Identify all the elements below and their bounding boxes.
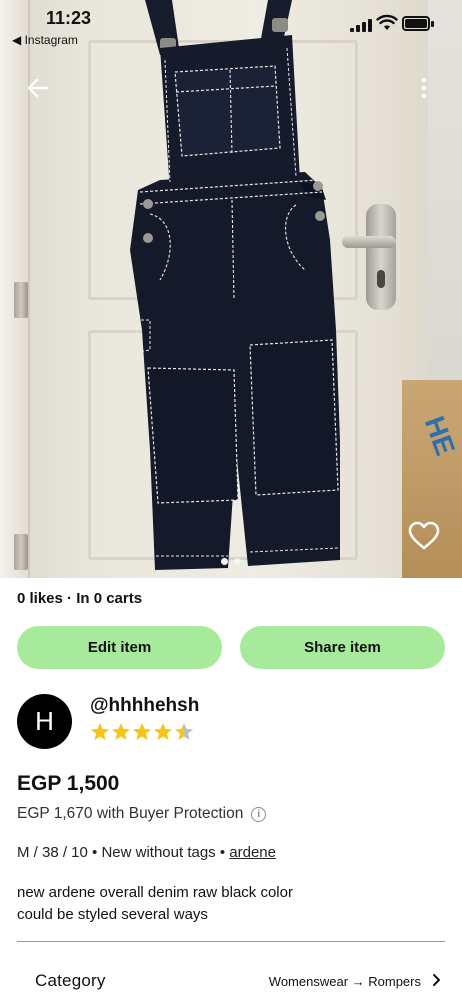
arrow-left-icon: [27, 78, 49, 98]
divider: [17, 941, 445, 942]
more-options-button[interactable]: [402, 66, 446, 110]
item-details: M / 38 / 10 • New without tags • ardene: [17, 844, 276, 861]
category-row[interactable]: Category Womenswear → Rompers: [17, 962, 445, 994]
item-price: EGP 1,500: [17, 772, 120, 795]
battery-icon: [402, 16, 430, 31]
item-actions: Edit item Share item: [17, 626, 445, 669]
pagination-dot[interactable]: [234, 558, 241, 565]
overall-garment: [130, 0, 340, 570]
description-line: new ardene overall denim raw black color: [17, 884, 293, 901]
photo-pagination: [0, 558, 462, 565]
category-path: Womenswear → Rompers: [268, 974, 421, 989]
heart-icon: [408, 521, 440, 550]
status-bar: 11:23 ◀ Instagram: [0, 0, 462, 52]
pagination-dot-active[interactable]: [221, 558, 228, 565]
item-stats: 0 likes · In 0 carts: [17, 590, 143, 607]
favorite-button[interactable]: [400, 512, 448, 560]
seller-username[interactable]: @hhhhehsh: [90, 695, 199, 717]
edit-item-button[interactable]: Edit item: [17, 626, 222, 669]
more-vertical-icon: [421, 77, 427, 99]
description-line: could be styled several ways: [17, 906, 208, 923]
item-description: new ardene overall denim raw black color…: [17, 882, 417, 926]
status-time: 11:23: [46, 8, 92, 28]
buyer-protection-price[interactable]: EGP 1,670 with Buyer Protection i: [17, 805, 267, 823]
info-icon[interactable]: i: [251, 806, 267, 822]
buyer-protection-text: EGP 1,670 with Buyer Protection: [17, 805, 244, 822]
chevron-right-icon: [433, 974, 440, 986]
battery-tip: [431, 21, 434, 27]
back-button[interactable]: [16, 66, 60, 110]
brand-link[interactable]: ardene: [229, 844, 276, 861]
share-item-button[interactable]: Share item: [240, 626, 445, 669]
back-to-app-link[interactable]: ◀ Instagram: [12, 33, 78, 47]
cellular-signal-icon: [350, 18, 372, 32]
seller-rating: [90, 722, 194, 742]
avatar[interactable]: H: [17, 694, 72, 749]
rating-stars-icon: [91, 723, 193, 740]
item-size-condition: M / 38 / 10 • New without tags •: [17, 844, 226, 861]
wifi-icon: [376, 14, 398, 30]
seller-card[interactable]: H @hhhhehsh: [17, 692, 445, 752]
item-photo[interactable]: HE 11:23 ◀ Instagram: [0, 0, 462, 578]
category-label: Category: [35, 971, 106, 990]
